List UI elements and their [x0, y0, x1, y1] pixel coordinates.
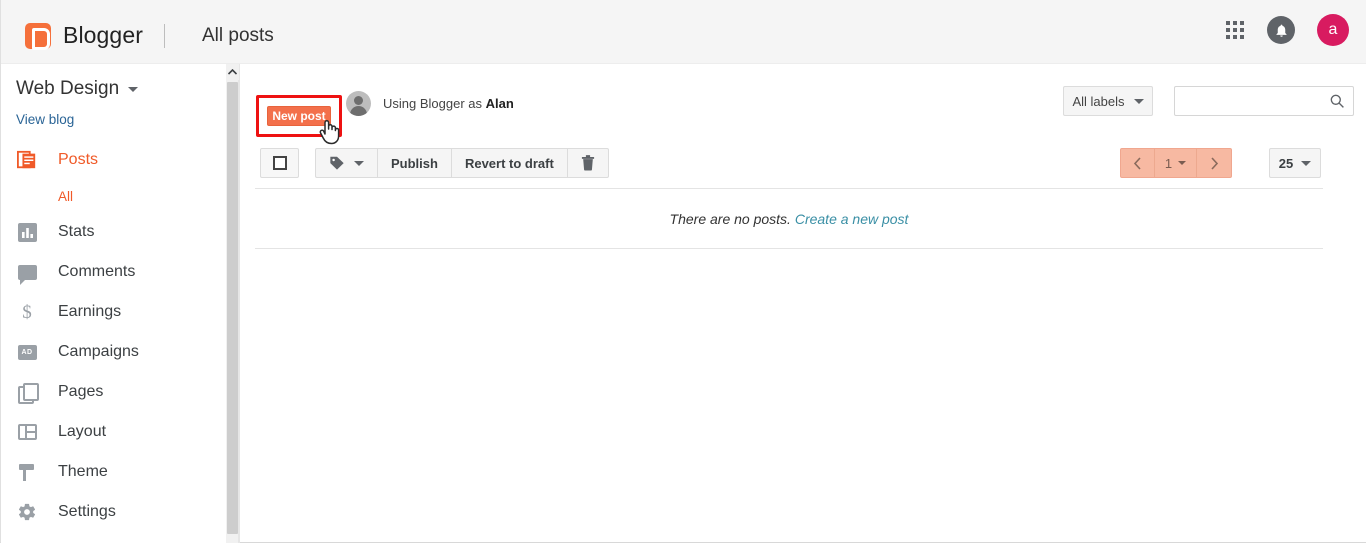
next-page-button[interactable] — [1197, 149, 1231, 177]
sidebar: Web Design View blog Posts All — [1, 64, 226, 543]
page-title: All posts — [202, 25, 274, 47]
top-header-bar: Blogger All posts a — [1, 0, 1366, 64]
dollar-icon: $ — [16, 301, 38, 323]
chevron-down-icon — [354, 161, 364, 166]
label-tag-icon — [329, 155, 345, 171]
blogger-app-window: Blogger All posts a Web Design View blog — [0, 0, 1366, 543]
sidebar-subitem-label: All — [58, 189, 73, 204]
sidebar-item-label: Posts — [58, 151, 98, 169]
post-actions-toolbar: Publish Revert to draft — [315, 148, 609, 178]
layout-icon — [16, 421, 38, 443]
sidebar-item-pages[interactable]: Pages — [1, 372, 226, 412]
sidebar-item-earnings[interactable]: $ Earnings — [1, 292, 226, 332]
blog-selector[interactable]: Web Design — [16, 78, 138, 100]
sidebar-item-label: Campaigns — [58, 343, 139, 361]
sidebar-item-label: Earnings — [58, 303, 121, 321]
pagination-controls: 1 — [1120, 148, 1232, 178]
sidebar-item-label: Theme — [58, 463, 108, 481]
header-divider — [164, 24, 165, 48]
scrollbar-thumb[interactable] — [227, 82, 238, 534]
sidebar-item-posts[interactable]: Posts — [1, 140, 226, 180]
header-actions: a — [1225, 14, 1349, 46]
sidebar-item-settings[interactable]: Settings — [1, 492, 226, 532]
account-avatar[interactable]: a — [1317, 14, 1349, 46]
blog-name: Web Design — [16, 78, 119, 100]
sidebar-scrollbar[interactable] — [226, 64, 239, 543]
chevron-down-icon — [1301, 161, 1311, 166]
divider-top — [255, 188, 1323, 189]
publish-button[interactable]: Publish — [378, 149, 452, 177]
bar-chart-icon — [16, 221, 38, 243]
using-blogger-text: Using Blogger as Alan — [383, 96, 514, 111]
paint-roller-icon — [16, 461, 38, 483]
divider-bottom — [255, 248, 1323, 249]
using-prefix: Using Blogger as — [383, 96, 486, 111]
select-all-checkbox[interactable] — [260, 148, 299, 178]
page-number: 1 — [1165, 156, 1172, 171]
posts-icon — [16, 149, 38, 171]
sidebar-item-label: Pages — [58, 383, 103, 401]
search-input[interactable] — [1182, 87, 1327, 115]
sidebar-item-label: Layout — [58, 423, 106, 441]
scroll-up-button[interactable] — [226, 64, 239, 80]
label-dropdown-button[interactable] — [316, 149, 378, 177]
create-new-post-link[interactable]: Create a new post — [795, 211, 909, 227]
previous-page-button[interactable] — [1121, 149, 1155, 177]
bell-icon — [1274, 23, 1289, 38]
new-post-button[interactable]: New post — [267, 106, 331, 126]
per-page-dropdown[interactable]: 25 — [1269, 148, 1321, 178]
all-labels-label: All labels — [1072, 94, 1124, 109]
notifications-button[interactable] — [1267, 16, 1295, 44]
sidebar-item-layout[interactable]: Layout — [1, 412, 226, 452]
sidebar-item-label: Settings — [58, 503, 116, 521]
brand-name: Blogger — [63, 22, 143, 49]
blogger-brand[interactable]: Blogger — [25, 22, 143, 49]
chevron-up-icon — [228, 69, 237, 75]
empty-state-message: There are no posts. Create a new post — [255, 211, 1323, 227]
main-content: New post Using Blogger as Alan All label… — [240, 64, 1366, 543]
delete-button[interactable] — [568, 149, 608, 177]
chevron-down-icon — [128, 87, 138, 92]
blogger-logo-icon — [25, 23, 51, 49]
search-box[interactable] — [1174, 86, 1354, 116]
per-page-value: 25 — [1279, 156, 1293, 171]
chevron-down-icon — [1178, 161, 1186, 165]
pages-icon — [16, 381, 38, 403]
sidebar-item-stats[interactable]: Stats — [1, 212, 226, 252]
revert-to-draft-button[interactable]: Revert to draft — [452, 149, 568, 177]
sidebar-item-label: Comments — [58, 263, 135, 281]
ad-box-icon: AD — [16, 341, 38, 363]
page-number-dropdown[interactable]: 1 — [1155, 149, 1197, 177]
sidebar-nav: Posts All Stats — [1, 140, 226, 532]
sidebar-subitem-all[interactable]: All — [1, 180, 226, 212]
chevron-down-icon — [1134, 99, 1144, 104]
sidebar-item-campaigns[interactable]: AD Campaigns — [1, 332, 226, 372]
user-avatar-icon — [346, 91, 371, 116]
comment-bubble-icon — [16, 261, 38, 283]
chevron-right-icon — [1210, 157, 1219, 170]
using-blogger-as: Using Blogger as Alan — [346, 91, 514, 116]
sidebar-item-comments[interactable]: Comments — [1, 252, 226, 292]
search-icon[interactable] — [1329, 93, 1345, 109]
sidebar-item-label: Stats — [58, 223, 94, 241]
view-blog-link[interactable]: View blog — [16, 112, 74, 127]
checkbox-unchecked-icon — [273, 156, 287, 170]
empty-state-text: There are no posts. — [670, 211, 791, 227]
user-name: Alan — [486, 96, 514, 111]
apps-grid-icon[interactable] — [1225, 20, 1245, 40]
trash-icon — [581, 155, 595, 171]
chevron-left-icon — [1133, 157, 1142, 170]
sidebar-item-theme[interactable]: Theme — [1, 452, 226, 492]
all-labels-filter-button[interactable]: All labels — [1063, 86, 1153, 116]
gear-icon — [16, 501, 38, 523]
